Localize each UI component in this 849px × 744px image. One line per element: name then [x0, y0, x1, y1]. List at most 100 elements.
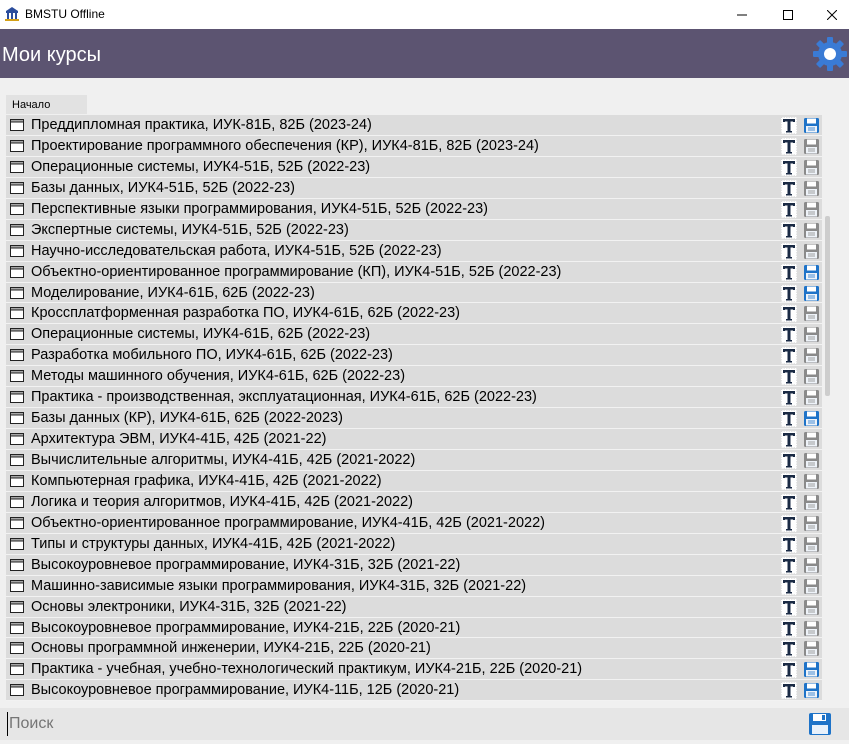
course-row[interactable]: Практика - производственная, эксплуатаци… [6, 387, 822, 409]
course-row[interactable]: Научно-исследовательская работа, ИУК4-51… [6, 240, 822, 262]
course-row[interactable]: Объектно-ориентированное программировани… [6, 261, 822, 283]
floppy-save-icon[interactable] [803, 117, 820, 134]
floppy-save-icon[interactable] [803, 264, 820, 281]
course-row[interactable]: Перспективные языки программирования, ИУ… [6, 198, 822, 220]
course-title[interactable]: Основы электроники, ИУК4-31Б, 32Б (2021-… [31, 599, 346, 615]
floppy-save-icon[interactable] [803, 578, 820, 595]
floppy-save-icon[interactable] [803, 138, 820, 155]
course-title[interactable]: Перспективные языки программирования, ИУ… [31, 201, 488, 217]
course-title[interactable]: Типы и структуры данных, ИУК4-41Б, 42Б (… [31, 536, 395, 552]
gear-icon[interactable] [812, 36, 848, 72]
floppy-save-icon[interactable] [803, 285, 820, 302]
maximize-button[interactable] [765, 0, 811, 29]
course-row[interactable]: Методы машинного обучения, ИУК4-61Б, 62Б… [6, 366, 822, 388]
floppy-save-icon[interactable] [803, 620, 820, 637]
course-row[interactable]: Практика - учебная, учебно-технологическ… [6, 659, 822, 681]
floppy-save-icon[interactable] [803, 557, 820, 574]
course-row[interactable]: Базы данных (КР), ИУК4-61Б, 62Б (2022-20… [6, 408, 822, 430]
course-title[interactable]: Кроссплатформенная разработка ПО, ИУК4-6… [31, 305, 460, 321]
search-input[interactable] [7, 712, 787, 736]
course-row[interactable]: Преддипломная практика, ИУК-81Б, 82Б (20… [6, 115, 822, 136]
course-title[interactable]: Экспертные системы, ИУК4-51Б, 52Б (2022-… [31, 222, 349, 238]
floppy-save-icon[interactable] [803, 494, 820, 511]
scrollbar[interactable] [822, 118, 831, 708]
course-title[interactable]: Базы данных, ИУК4-51Б, 52Б (2022-23) [31, 180, 295, 196]
course-title[interactable]: Методы машинного обучения, ИУК4-61Б, 62Б… [31, 368, 405, 384]
breadcrumb[interactable]: Начало [6, 95, 87, 114]
text-t-icon[interactable] [781, 242, 797, 260]
course-row[interactable]: Кроссплатформенная разработка ПО, ИУК4-6… [6, 303, 822, 325]
text-t-icon[interactable] [781, 431, 797, 449]
text-t-icon[interactable] [781, 598, 797, 616]
floppy-save-icon[interactable] [803, 640, 820, 657]
course-row[interactable]: Высокоуровневое программирование, ИУК4-2… [6, 617, 822, 639]
text-t-icon[interactable] [781, 514, 797, 532]
course-title[interactable]: Высокоуровневое программирование, ИУК4-3… [31, 557, 460, 573]
course-title[interactable]: Проектирование программного обеспечения … [31, 138, 539, 154]
floppy-save-icon[interactable] [803, 159, 820, 176]
floppy-save-icon[interactable] [803, 243, 820, 260]
close-window-button[interactable] [809, 0, 849, 29]
text-t-icon[interactable] [781, 284, 797, 302]
text-t-icon[interactable] [781, 179, 797, 197]
text-t-icon[interactable] [781, 263, 797, 281]
course-title[interactable]: Компьютерная графика, ИУК4-41Б, 42Б (202… [31, 473, 382, 489]
floppy-save-icon[interactable] [803, 515, 820, 532]
floppy-save-icon[interactable] [803, 599, 820, 616]
text-t-icon[interactable] [781, 661, 797, 679]
course-title[interactable]: Операционные системы, ИУК4-61Б, 62Б (202… [31, 326, 370, 342]
text-t-icon[interactable] [781, 117, 797, 134]
text-t-icon[interactable] [781, 326, 797, 344]
floppy-save-icon[interactable] [803, 326, 820, 343]
course-title[interactable]: Объектно-ориентированное программировани… [31, 515, 545, 531]
floppy-save-icon[interactable] [803, 201, 820, 218]
floppy-save-icon[interactable] [803, 661, 820, 678]
course-row[interactable]: Моделирование, ИУК4-61Б, 62Б (2022-23) [6, 282, 822, 304]
course-row[interactable]: Компьютерная графика, ИУК4-41Б, 42Б (202… [6, 470, 822, 492]
course-title[interactable]: Архитектура ЭВМ, ИУК4-41Б, 42Б (2021-22) [31, 431, 326, 447]
floppy-save-icon[interactable] [803, 180, 820, 197]
floppy-save-icon[interactable] [803, 347, 820, 364]
course-row[interactable]: Вычислительные алгоритмы, ИУК4-41Б, 42Б … [6, 450, 822, 471]
text-t-icon[interactable] [781, 368, 797, 386]
course-title[interactable]: Машинно-зависимые языки программирования… [31, 578, 526, 594]
text-t-icon[interactable] [781, 200, 797, 218]
text-t-icon[interactable] [781, 389, 797, 407]
course-title[interactable]: Практика - производственная, эксплуатаци… [31, 389, 537, 405]
course-row[interactable]: Типы и структуры данных, ИУК4-41Б, 42Б (… [6, 533, 822, 555]
course-row[interactable]: Объектно-ориентированное программировани… [6, 512, 822, 534]
text-t-icon[interactable] [781, 682, 797, 700]
course-title[interactable]: Операционные системы, ИУК4-51Б, 52Б (202… [31, 159, 370, 175]
course-title[interactable]: Преддипломная практика, ИУК-81Б, 82Б (20… [31, 117, 372, 133]
text-t-icon[interactable] [781, 347, 797, 365]
course-title[interactable]: Высокоуровневое программирование, ИУК4-2… [31, 620, 460, 636]
scrollbar-thumb[interactable] [825, 216, 830, 396]
floppy-save-icon[interactable] [803, 222, 820, 239]
course-row[interactable]: Архитектура ЭВМ, ИУК4-41Б, 42Б (2021-22) [6, 429, 822, 450]
floppy-save-icon[interactable] [803, 473, 820, 490]
floppy-save-icon[interactable] [803, 431, 820, 448]
course-row[interactable]: Высокоуровневое программирование, ИУК4-1… [6, 680, 822, 702]
text-t-icon[interactable] [781, 577, 797, 595]
course-title[interactable]: Моделирование, ИУК4-61Б, 62Б (2022-23) [31, 285, 315, 301]
text-t-icon[interactable] [781, 137, 797, 155]
text-t-icon[interactable] [781, 556, 797, 574]
floppy-save-icon[interactable] [803, 452, 820, 469]
text-t-icon[interactable] [781, 619, 797, 637]
course-title[interactable]: Практика - учебная, учебно-технологическ… [31, 661, 582, 677]
text-t-icon[interactable] [781, 535, 797, 553]
course-title[interactable]: Вычислительные алгоритмы, ИУК4-41Б, 42Б … [31, 452, 415, 468]
text-t-icon[interactable] [781, 158, 797, 176]
course-row[interactable]: Логика и теория алгоритмов, ИУК4-41Б, 42… [6, 491, 822, 513]
course-title[interactable]: Высокоуровневое программирование, ИУК4-1… [31, 682, 459, 698]
course-row[interactable]: Операционные системы, ИУК4-61Б, 62Б (202… [6, 324, 822, 346]
floppy-save-icon[interactable] [803, 536, 820, 553]
course-row[interactable]: Основы электроники, ИУК4-31Б, 32Б (2021-… [6, 596, 822, 618]
floppy-save-icon[interactable] [803, 410, 820, 427]
text-t-icon[interactable] [781, 452, 797, 469]
text-t-icon[interactable] [781, 493, 797, 511]
course-row[interactable]: Высокоуровневое программирование, ИУК4-3… [6, 554, 822, 576]
minimize-button[interactable] [719, 0, 765, 29]
floppy-save-icon[interactable] [803, 682, 820, 699]
text-t-icon[interactable] [781, 305, 797, 323]
